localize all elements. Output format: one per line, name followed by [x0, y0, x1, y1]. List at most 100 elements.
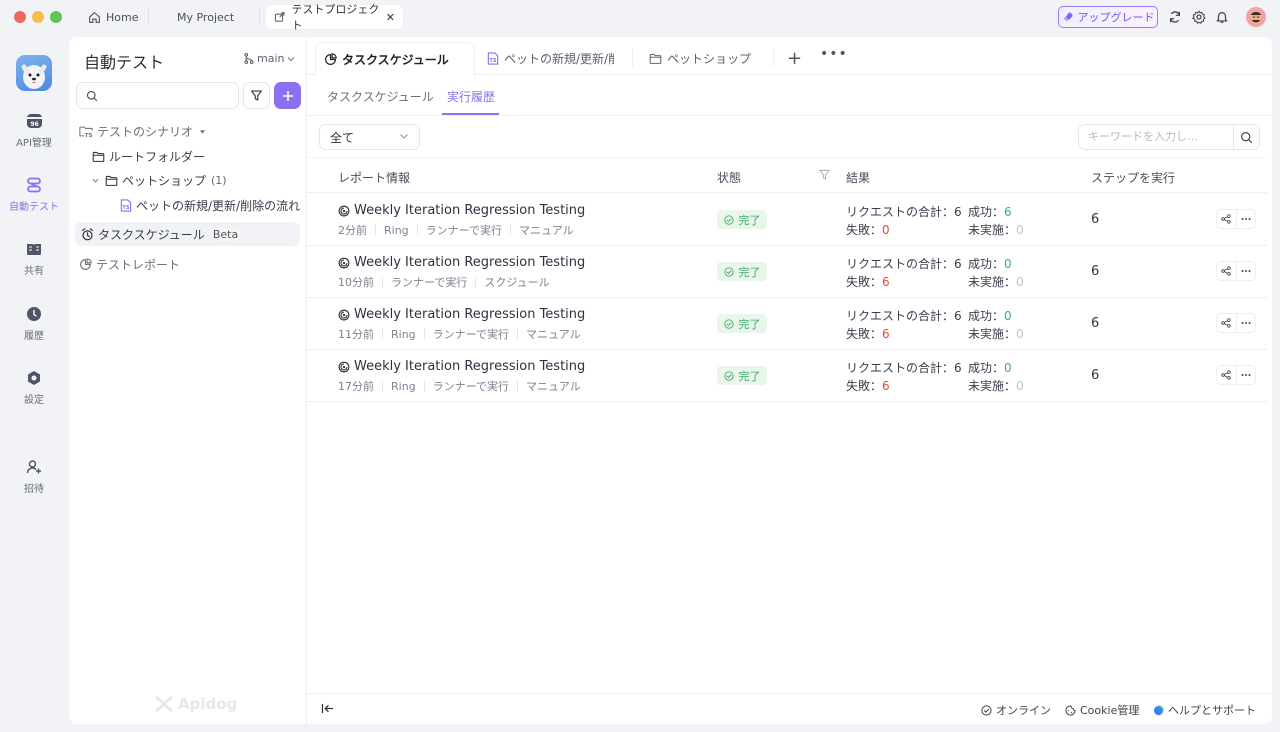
minimize-window-button[interactable] [32, 11, 44, 23]
meta-runner: ランナーで実行 [391, 276, 468, 289]
chevron-down-icon [288, 56, 295, 61]
tree-folder-petshop[interactable]: ペットショップ (1) [92, 172, 227, 189]
meta-trigger: マニュアル [519, 224, 574, 237]
maximize-window-button[interactable] [50, 11, 62, 23]
result-value: 6 [954, 205, 962, 219]
keyword-search[interactable] [1078, 124, 1260, 150]
doc-tab-label: ペットの新規/更新/削除の流れ [504, 52, 614, 66]
result-label: 失敗： [846, 223, 883, 237]
meta-divider [517, 329, 518, 339]
window-tab-label: テストプロジェクト [291, 3, 380, 32]
tree-task-schedule[interactable]: タスクスケジュール Beta [75, 222, 300, 246]
more-tabs-icon[interactable]: ••• [820, 46, 848, 62]
table-row[interactable]: Weekly Iteration Regression Testing 17分前 R… [307, 350, 1267, 402]
tab-divider [632, 49, 633, 67]
rail-item-settings[interactable]: 設定 [0, 369, 68, 406]
status-text: 完了 [738, 213, 761, 227]
report-title[interactable]: Weekly Iteration Regression Testing [338, 203, 585, 218]
result-label: リクエストの合計： [846, 205, 955, 219]
rail-item-api[interactable]: 96 API管理 [0, 112, 68, 149]
tab-divider [259, 10, 260, 24]
rail-item-history[interactable]: 履歴 [0, 305, 68, 342]
sidebar-search-input[interactable] [103, 89, 233, 102]
report-title[interactable]: Weekly Iteration Regression Testing [338, 359, 585, 374]
status-filter-icon[interactable] [819, 169, 830, 180]
rail-item-share[interactable]: 共有 [0, 240, 68, 277]
row-actions [1216, 313, 1256, 333]
result-value: 0 [1016, 327, 1024, 341]
sidebar-search[interactable] [76, 82, 239, 109]
report-meta: 2分前 Ring ランナーで実行 マニュアル [338, 222, 574, 238]
settings-icon [25, 369, 43, 387]
upgrade-button[interactable]: アップグレード [1058, 6, 1158, 28]
result-label: 成功： [968, 257, 1005, 271]
sub-tab-schedule[interactable]: タスクスケジュール [327, 88, 434, 105]
share-button[interactable] [1217, 366, 1236, 384]
table-row[interactable]: Weekly Iteration Regression Testing 2分前 Ri… [307, 194, 1267, 246]
report-title[interactable]: Weekly Iteration Regression Testing [338, 255, 585, 270]
check-circle-icon [723, 318, 734, 329]
sub-tab-history[interactable]: 実行履歴 [447, 88, 495, 105]
doc-tab-label: ペットショップ [667, 52, 752, 66]
doc-tab-task-schedule[interactable]: タスクスケジュール [315, 42, 475, 76]
branch-selector[interactable]: main [244, 52, 295, 65]
meta-divider [382, 329, 383, 339]
user-avatar[interactable] [1246, 7, 1266, 27]
meta-divider [475, 277, 477, 287]
tree-label: テストレポート [96, 258, 181, 272]
tree-scenario-item[interactable]: TS ペットの新規/更新/削除の流れ [120, 197, 300, 214]
home-icon [89, 11, 100, 23]
ts-file-icon: TS [120, 199, 132, 212]
clock-icon [25, 305, 43, 323]
report-title[interactable]: Weekly Iteration Regression Testing [338, 307, 585, 322]
meta-env: Ring [391, 327, 416, 341]
tree-test-reports[interactable]: テストレポート [79, 256, 180, 273]
apidog-logo-icon [155, 696, 173, 712]
tree-root-folder[interactable]: ルートフォルダー [92, 148, 205, 165]
title-bar: Home My Project テストプロジェクト ✕ アップグレード [0, 0, 1280, 34]
window-tab-my-project[interactable]: My Project [177, 5, 234, 29]
bell-icon[interactable] [1214, 9, 1230, 25]
doc-tab-scenario[interactable]: TS ペットの新規/更新/削除の流れ [487, 42, 614, 75]
rail-item-invite[interactable]: 招待 [0, 458, 68, 495]
more-actions-button[interactable] [1235, 366, 1255, 384]
result-success: 成功：0 [968, 255, 1012, 272]
share-button[interactable] [1217, 210, 1236, 228]
sidebar-filter-button[interactable] [243, 82, 270, 109]
share-button[interactable] [1217, 262, 1236, 280]
table-row[interactable]: Weekly Iteration Regression Testing 10分前 ラ… [307, 246, 1267, 298]
share-button[interactable] [1217, 314, 1236, 332]
project-avatar[interactable] [16, 55, 52, 91]
doc-tab-petshop[interactable]: ペットショップ [649, 42, 769, 75]
search-button[interactable] [1233, 125, 1259, 149]
more-actions-button[interactable] [1235, 210, 1255, 228]
meta-divider [510, 225, 511, 235]
help-support[interactable]: ヘルプとサポート [1153, 702, 1256, 718]
add-button[interactable] [274, 82, 301, 109]
new-tab-button[interactable]: + [787, 48, 802, 69]
meta-divider [382, 381, 383, 391]
rail-item-automation[interactable]: 自動テスト [0, 176, 68, 213]
collapse-sidebar-icon[interactable] [321, 703, 334, 714]
refresh-icon[interactable] [1167, 9, 1183, 25]
window-tab-home[interactable]: Home [88, 5, 138, 29]
tree-scenarios[interactable]: TS テストのシナリオ [79, 123, 206, 140]
gear-icon[interactable] [1191, 9, 1207, 25]
online-status[interactable]: オンライン [981, 702, 1051, 718]
close-tab-icon[interactable]: ✕ [386, 11, 395, 24]
invite-icon [25, 458, 43, 476]
tree-label: タスクスケジュール [98, 227, 205, 242]
more-actions-button[interactable] [1235, 314, 1255, 332]
close-window-button[interactable] [14, 11, 26, 23]
more-actions-button[interactable] [1235, 262, 1255, 280]
cookie-label: Cookie管理 [1080, 704, 1140, 717]
result-label: 未実施： [968, 327, 1017, 341]
window-tab-test-project[interactable]: テストプロジェクト ✕ [266, 3, 403, 32]
status-filter-select[interactable]: 全て [319, 124, 420, 150]
keyword-search-input[interactable] [1079, 131, 1229, 143]
book-icon [25, 240, 43, 258]
table-row[interactable]: Weekly Iteration Regression Testing 11分前 R… [307, 298, 1267, 350]
caret-down-icon [199, 129, 206, 134]
cookie-management[interactable]: Cookie管理 [1065, 702, 1139, 718]
result-label: 成功： [968, 309, 1005, 323]
